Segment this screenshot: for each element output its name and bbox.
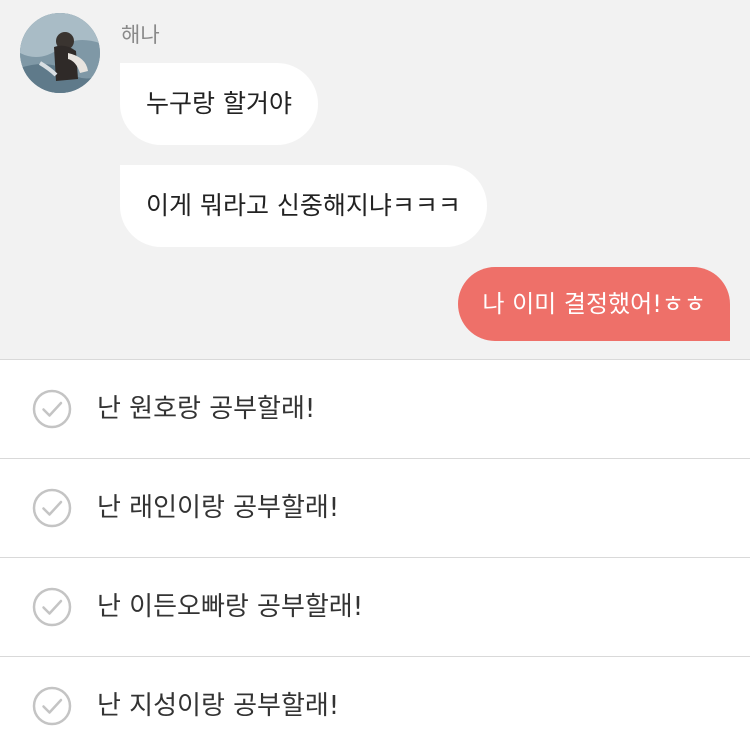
check-circle-icon — [32, 686, 72, 726]
avatar-photo — [20, 13, 100, 93]
avatar[interactable] — [20, 13, 100, 93]
choice-label: 난 래인이랑 공부할래! — [97, 493, 340, 523]
choice-label: 난 이든오빠랑 공부할래! — [97, 592, 364, 622]
choice-label: 난 지성이랑 공부할래! — [97, 691, 340, 721]
choice-option[interactable]: 난 래인이랑 공부할래! — [0, 458, 750, 557]
outgoing-message[interactable]: 나 이미 결정했어!ㅎㅎ — [458, 267, 730, 341]
choice-label: 난 원호랑 공부할래! — [97, 394, 316, 424]
incoming-message[interactable]: 누구랑 할거야 — [120, 63, 318, 145]
chat-area: 해나 누구랑 할거야 이게 뭐라고 신중해지냐ㅋㅋㅋ 나 이미 결정했어!ㅎㅎ — [0, 0, 750, 360]
check-circle-icon — [32, 587, 72, 627]
incoming-message[interactable]: 이게 뭐라고 신중해지냐ㅋㅋㅋ — [120, 165, 487, 247]
choice-option[interactable]: 난 지성이랑 공부할래! — [0, 656, 750, 755]
choice-option[interactable]: 난 원호랑 공부할래! — [0, 359, 750, 458]
check-circle-icon — [32, 389, 72, 429]
choice-option[interactable]: 난 이든오빠랑 공부할래! — [0, 557, 750, 656]
sender-name: 해나 — [121, 23, 160, 47]
choice-list: 난 원호랑 공부할래! 난 래인이랑 공부할래! 난 이든오빠랑 공부할래! 난… — [0, 359, 750, 755]
check-circle-icon — [32, 488, 72, 528]
